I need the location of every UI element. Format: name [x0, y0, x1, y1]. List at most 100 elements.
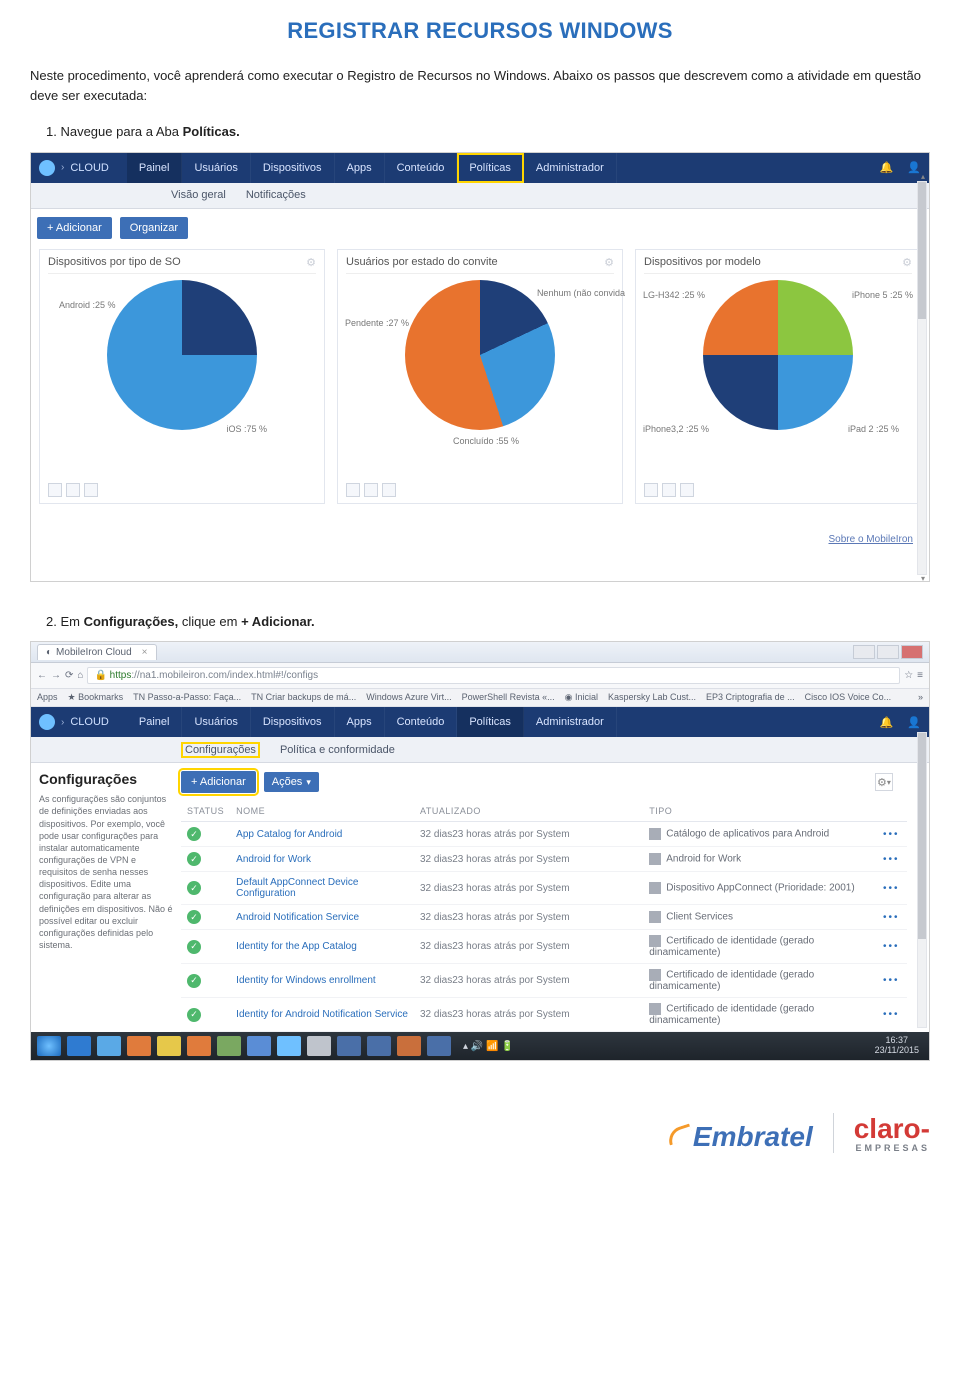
bell-icon[interactable]: 🔔 [880, 161, 894, 174]
bookmark-item[interactable]: ◉ Inicial [565, 692, 598, 703]
tab-dispositivos[interactable]: Dispositivos [251, 707, 335, 737]
row-actions-menu[interactable]: ••• [883, 1009, 900, 1020]
bookmark-item[interactable]: ★ Bookmarks [68, 692, 124, 703]
taskbar-app-icon[interactable] [397, 1036, 421, 1056]
tab-usuarios[interactable]: Usuários [182, 707, 250, 737]
row-actions-menu[interactable]: ••• [883, 941, 900, 952]
about-link[interactable]: Sobre o MobileIron [31, 504, 929, 555]
brand[interactable]: › CLOUD [39, 714, 109, 730]
minimize-button[interactable] [853, 645, 875, 659]
th-type[interactable]: TIPO [643, 801, 877, 822]
tab-conteudo[interactable]: Conteúdo [385, 707, 458, 737]
chart-view-icon[interactable] [84, 483, 98, 497]
chart-view-icon[interactable] [644, 483, 658, 497]
tab-usuarios[interactable]: Usuários [182, 153, 250, 183]
taskbar-app-icon[interactable] [427, 1036, 451, 1056]
row-actions-menu[interactable]: ••• [883, 883, 900, 894]
taskbar-app-icon[interactable] [367, 1036, 391, 1056]
tab-apps[interactable]: Apps [335, 707, 385, 737]
subnav-notificacoes[interactable]: Notificações [246, 189, 306, 201]
taskbar-app-icon[interactable] [337, 1036, 361, 1056]
chart-view-icon[interactable] [364, 483, 378, 497]
taskbar-app-icon[interactable] [247, 1036, 271, 1056]
gear-icon[interactable]: ⚙ [902, 256, 912, 269]
tab-conteudo[interactable]: Conteúdo [385, 153, 458, 183]
star-icon[interactable]: ☆ [904, 670, 913, 681]
bookmark-item[interactable]: Windows Azure Virt... [366, 692, 451, 703]
add-button[interactable]: + Adicionar [181, 771, 256, 793]
tab-painel[interactable]: Painel [127, 707, 183, 737]
home-icon[interactable]: ⌂ [77, 670, 83, 681]
scrollbar[interactable]: ▴ ▾ [917, 181, 927, 575]
config-name-link[interactable]: App Catalog for Android [236, 829, 342, 840]
bookmark-item[interactable]: Cisco IOS Voice Co... [805, 692, 892, 703]
taskbar-clock[interactable]: 16:3723/11/2015 [875, 1036, 923, 1056]
maximize-button[interactable] [877, 645, 899, 659]
settings-gear-icon[interactable]: ⚙▾ [875, 773, 893, 791]
gear-icon[interactable]: ⚙ [306, 256, 316, 269]
forward-icon[interactable]: → [51, 670, 61, 681]
config-name-link[interactable]: Identity for Windows enrollment [236, 975, 376, 986]
subnav-politica-conformidade[interactable]: Política e conformidade [280, 744, 395, 756]
browser-tab[interactable]: ◐MobileIron Cloud× [37, 644, 157, 660]
brand[interactable]: › CLOUD [39, 160, 109, 176]
bookmark-item[interactable]: Kaspersky Lab Cust... [608, 692, 696, 703]
chart-view-icon[interactable] [48, 483, 62, 497]
taskbar-app-icon[interactable] [307, 1036, 331, 1056]
scrollbar-thumb[interactable] [918, 182, 926, 319]
bookmark-item[interactable]: Apps [37, 692, 58, 703]
address-bar[interactable]: 🔒 https://na1.mobileiron.com/index.html#… [87, 667, 900, 684]
close-tab-icon[interactable]: × [142, 647, 148, 658]
gear-icon[interactable]: ⚙ [604, 256, 614, 269]
bell-icon[interactable]: 🔔 [880, 716, 894, 729]
chart-view-icon[interactable] [680, 483, 694, 497]
tab-painel[interactable]: Painel [127, 153, 183, 183]
config-name-link[interactable]: Identity for Android Notification Servic… [236, 1009, 408, 1020]
row-actions-menu[interactable]: ••• [883, 829, 900, 840]
taskbar-app-icon[interactable] [127, 1036, 151, 1056]
th-status[interactable]: STATUS [181, 801, 230, 822]
taskbar-app-icon[interactable] [67, 1036, 91, 1056]
chart-view-icon[interactable] [662, 483, 676, 497]
config-name-link[interactable]: Android for Work [236, 854, 311, 865]
systray[interactable]: ▴ 🔊 📶 🔋 [463, 1041, 514, 1052]
scroll-up-icon[interactable]: ▴ [918, 172, 928, 182]
tab-admin[interactable]: Administrador [524, 707, 617, 737]
user-icon[interactable]: 👤 [907, 716, 921, 729]
table-row[interactable]: ✓Identity for the App Catalog32 dias23 h… [181, 930, 907, 964]
bookmark-item[interactable]: TN Passo-a-Passo: Faça... [133, 692, 241, 703]
scrollbar-thumb[interactable] [918, 733, 926, 939]
organize-button[interactable]: Organizar [120, 217, 188, 239]
table-row[interactable]: ✓App Catalog for Android32 dias23 horas … [181, 822, 907, 847]
config-name-link[interactable]: Default AppConnect Device Configuration [236, 877, 358, 899]
start-button[interactable] [37, 1036, 61, 1056]
th-name[interactable]: NOME [230, 801, 414, 822]
bookmark-item[interactable]: EP3 Criptografia de ... [706, 692, 795, 703]
row-actions-menu[interactable]: ••• [883, 975, 900, 986]
subnav-configuracoes[interactable]: Configurações [181, 742, 260, 758]
add-button[interactable]: + Adicionar [37, 217, 112, 239]
chart-view-icon[interactable] [66, 483, 80, 497]
subnav-visao-geral[interactable]: Visão geral [171, 189, 226, 201]
scroll-down-icon[interactable]: ▾ [918, 574, 928, 582]
table-row[interactable]: ✓Android for Work32 dias23 horas atrás p… [181, 847, 907, 872]
scrollbar[interactable] [917, 732, 927, 1028]
config-name-link[interactable]: Identity for the App Catalog [236, 941, 357, 952]
table-row[interactable]: ✓Identity for Windows enrollment32 dias2… [181, 964, 907, 998]
close-window-button[interactable] [901, 645, 923, 659]
taskbar-app-icon[interactable] [157, 1036, 181, 1056]
reload-icon[interactable]: ⟳ [65, 670, 73, 681]
table-row[interactable]: ✓Identity for Android Notification Servi… [181, 998, 907, 1032]
bookmark-item[interactable]: TN Criar backups de má... [251, 692, 356, 703]
back-icon[interactable]: ← [37, 670, 47, 681]
actions-dropdown[interactable]: Ações▾ [264, 772, 319, 792]
bookmark-item[interactable]: PowerShell Revista «... [462, 692, 555, 703]
taskbar-app-icon[interactable] [217, 1036, 241, 1056]
row-actions-menu[interactable]: ••• [883, 912, 900, 923]
row-actions-menu[interactable]: ••• [883, 854, 900, 865]
tab-apps[interactable]: Apps [335, 153, 385, 183]
taskbar-app-icon[interactable] [277, 1036, 301, 1056]
config-name-link[interactable]: Android Notification Service [236, 912, 359, 923]
bookmarks-overflow-icon[interactable]: » [918, 692, 923, 703]
th-updated[interactable]: ATUALIZADO [414, 801, 643, 822]
